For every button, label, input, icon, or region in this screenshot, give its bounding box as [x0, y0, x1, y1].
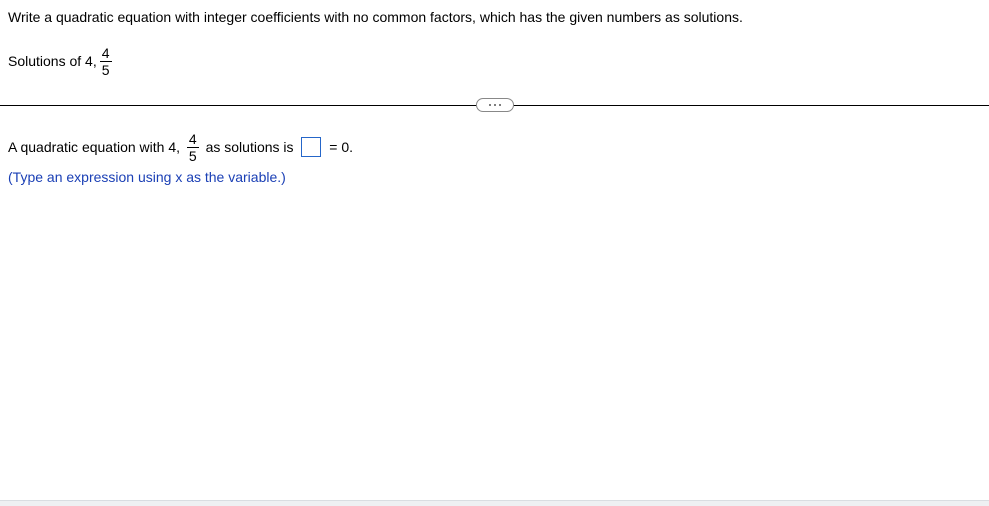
expression-input[interactable]: [301, 137, 321, 157]
question-prompt: Write a quadratic equation with integer …: [8, 8, 981, 28]
fraction-numerator: 4: [187, 132, 199, 147]
answer-line: A quadratic equation with 4, 4 5 as solu…: [8, 132, 981, 163]
solutions-line: Solutions of 4, 4 5: [8, 46, 981, 77]
ellipsis-icon: [489, 104, 491, 106]
more-options-button[interactable]: [476, 98, 514, 112]
answer-lead-text: A quadratic equation with 4,: [8, 139, 184, 155]
ellipsis-icon: [499, 104, 501, 106]
answer-tail-text: = 0.: [325, 139, 353, 155]
answer-fraction: 4 5: [187, 132, 199, 163]
solutions-label: Solutions of 4,: [8, 53, 97, 69]
bottom-bar: [0, 500, 989, 506]
fraction-denominator: 5: [100, 61, 112, 77]
answer-mid-text: as solutions is: [202, 139, 298, 155]
input-hint: (Type an expression using x as the varia…: [8, 169, 981, 185]
section-divider: [0, 105, 989, 106]
fraction-numerator: 4: [100, 46, 112, 61]
solutions-fraction: 4 5: [100, 46, 112, 77]
fraction-denominator: 5: [187, 147, 199, 163]
ellipsis-icon: [494, 104, 496, 106]
